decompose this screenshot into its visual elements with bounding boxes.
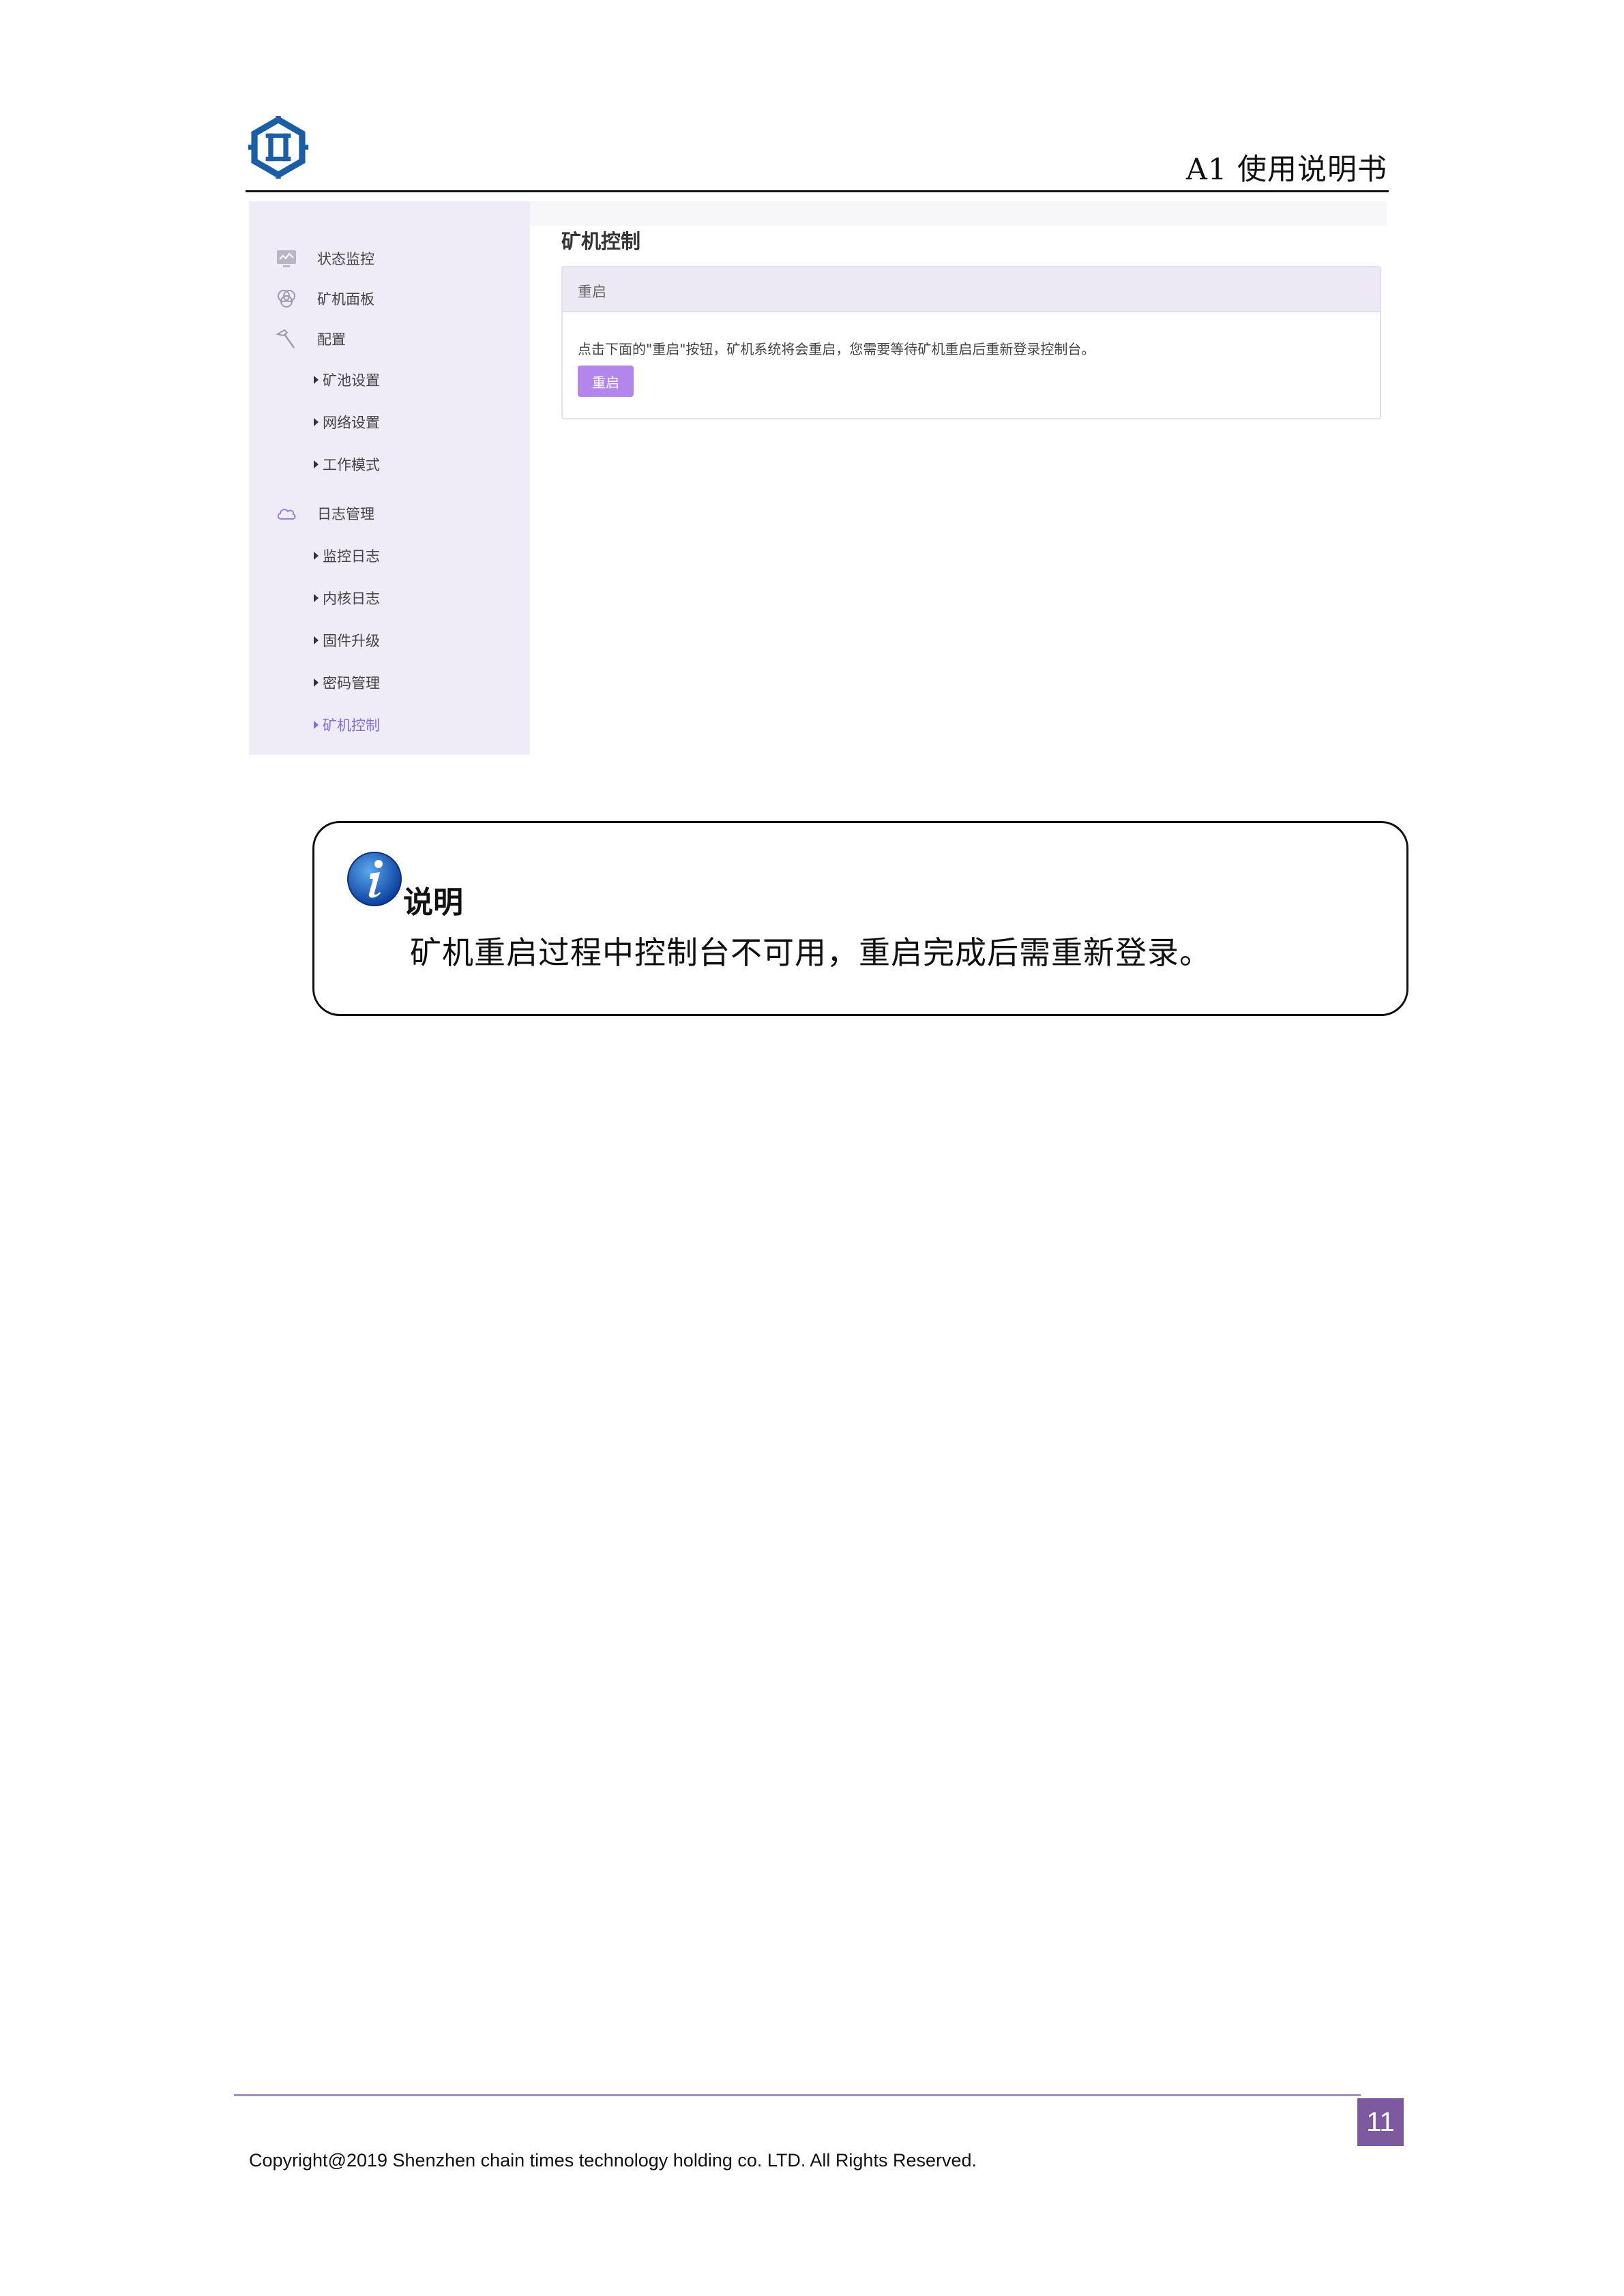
sidebar-subitem-label: 监控日志 xyxy=(323,548,380,565)
caret-right-icon xyxy=(314,460,319,468)
caret-right-icon xyxy=(314,594,319,602)
sidebar-subitem-firmware-upgrade[interactable]: 固件升级 xyxy=(314,627,380,654)
sidebar-subitem-pool-settings[interactable]: 矿池设置 xyxy=(314,366,380,393)
note-title: 说明 xyxy=(403,885,463,920)
ui-screenshot: 状态监控 矿机面板 配置 矿池设置 网络设置 工作模式 日志管理 监控日志 内核… xyxy=(249,201,1387,755)
sidebar-subitem-password-management[interactable]: 密码管理 xyxy=(314,669,380,696)
caret-right-icon xyxy=(314,376,319,384)
caret-right-icon xyxy=(314,679,319,687)
footer-divider xyxy=(234,2094,1361,2096)
sidebar-subitem-label: 固件升级 xyxy=(323,633,380,649)
sidebar-subitem-label: 矿池设置 xyxy=(323,372,380,389)
sidebar: 状态监控 矿机面板 配置 矿池设置 网络设置 工作模式 日志管理 监控日志 内核… xyxy=(249,201,530,755)
sidebar-subitem-miner-control[interactable]: 矿机控制 xyxy=(314,711,380,739)
note-box: 说明 矿机重启过程中控制台不可用，重启完成后需重新登录。 xyxy=(312,821,1408,1016)
page-title: 矿机控制 xyxy=(561,230,641,253)
restart-button[interactable]: 重启 xyxy=(578,366,634,397)
header-divider xyxy=(246,190,1389,192)
caret-right-icon xyxy=(314,636,319,644)
restart-panel: 重启 点击下面的"重启"按钮，矿机系统将会重启，您需要等待矿机重启后重新登录控制… xyxy=(561,266,1381,419)
sidebar-subitem-monitor-log[interactable]: 监控日志 xyxy=(314,542,380,569)
note-body: 矿机重启过程中控制台不可用，重启完成后需重新登录。 xyxy=(410,934,1211,971)
caret-right-icon xyxy=(314,552,319,560)
sidebar-subitem-label: 工作模式 xyxy=(323,457,380,473)
sidebar-subitem-kernel-log[interactable]: 内核日志 xyxy=(314,584,380,612)
page-number: 11 xyxy=(1357,2098,1404,2146)
hammer-icon xyxy=(276,329,295,348)
document-title: A1 使用说明书 xyxy=(1185,153,1387,187)
sidebar-subitem-label: 网络设置 xyxy=(323,415,380,431)
copyright-text: Copyright@2019 Shenzhen chain times tech… xyxy=(249,2150,977,2171)
panel-description: 点击下面的"重启"按钮，矿机系统将会重启，您需要等待矿机重启后重新登录控制台。 xyxy=(578,341,1095,357)
info-icon xyxy=(347,852,402,906)
sidebar-item-label: 配置 xyxy=(317,331,346,348)
sidebar-subitem-network-settings[interactable]: 网络设置 xyxy=(314,408,380,436)
content-topbar xyxy=(530,201,1387,226)
monitor-icon xyxy=(277,250,296,267)
panel-header-label: 重启 xyxy=(578,284,606,300)
sidebar-subitem-label: 密码管理 xyxy=(323,675,380,691)
caret-right-icon xyxy=(314,721,319,729)
sidebar-item-label: 日志管理 xyxy=(317,506,374,522)
sidebar-item-label: 状态监控 xyxy=(317,251,374,267)
caret-right-icon xyxy=(314,418,319,426)
sidebar-subitem-work-mode[interactable]: 工作模式 xyxy=(314,451,380,478)
sidebar-item-label: 矿机面板 xyxy=(317,291,374,308)
panel-header: 重启 xyxy=(563,267,1380,312)
sidebar-subitem-label: 矿机控制 xyxy=(323,717,380,734)
panel-icon xyxy=(278,290,295,308)
sidebar-subitem-label: 内核日志 xyxy=(323,591,380,607)
cloud-icon xyxy=(277,509,296,520)
company-logo-icon xyxy=(248,116,309,179)
main-content: 矿机控制 重启 点击下面的"重启"按钮，矿机系统将会重启，您需要等待矿机重启后重… xyxy=(530,201,1387,755)
